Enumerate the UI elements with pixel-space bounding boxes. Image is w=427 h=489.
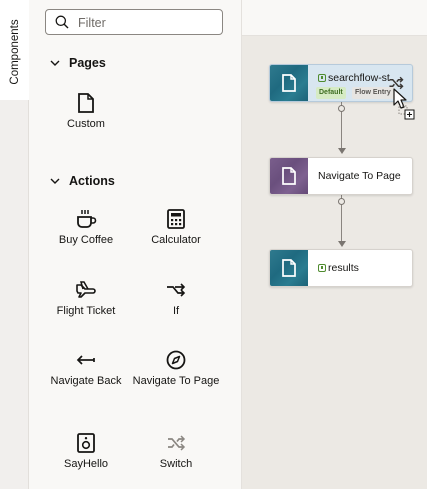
palette-item-label: Navigate To Page [132, 375, 220, 387]
search-icon [55, 15, 69, 29]
node-title: Navigate To Page [318, 170, 401, 182]
flow-node-navigate-to-page[interactable]: Navigate To Page [269, 157, 413, 195]
canvas-toolbar [242, 0, 427, 36]
section-pages-title: Pages [69, 56, 106, 70]
node-color-band [270, 65, 308, 101]
palette-item-if[interactable]: If [128, 279, 224, 318]
default-badge: Default [316, 87, 346, 99]
section-actions-title: Actions [69, 174, 115, 188]
page-icon [282, 167, 296, 185]
palette-item-label: Flight Ticket [56, 305, 116, 317]
flow-node-start[interactable]: searchflow-st Default Flow Entry [269, 64, 413, 102]
connector-handle[interactable] [338, 105, 345, 112]
palette-item-label: Switch [159, 458, 193, 470]
palette-item-custom[interactable]: Custom [38, 92, 134, 131]
palette-item-sayhello[interactable]: SayHello [38, 432, 134, 471]
components-palette: Pages Custom Actions Buy Coffee Calculat… [29, 0, 242, 489]
filter-input[interactable] [78, 14, 218, 31]
palette-item-label: Navigate Back [50, 375, 122, 387]
palette-item-label: Calculator [151, 234, 201, 246]
palette-item-switch[interactable]: Switch [128, 432, 224, 471]
drag-cursor-icon [393, 88, 415, 120]
palette-item-buy-coffee[interactable]: Buy Coffee [38, 208, 134, 247]
switch-icon [168, 435, 186, 451]
airplane-icon [76, 281, 96, 298]
back-arrow-icon [76, 355, 95, 365]
section-actions-header[interactable]: Actions [49, 174, 115, 188]
node-color-band [270, 158, 308, 194]
flag-icon [318, 74, 326, 82]
node-color-band [270, 250, 308, 286]
node-title: searchflow-st [318, 72, 390, 84]
page-icon [78, 93, 94, 113]
side-tab-strip: Components [0, 0, 29, 489]
connector-arrow [338, 241, 346, 247]
section-pages-header[interactable]: Pages [49, 56, 106, 70]
palette-item-label: Buy Coffee [58, 234, 114, 246]
connector-arrow [338, 148, 346, 154]
filter-field[interactable] [45, 9, 223, 35]
compass-icon [166, 350, 186, 370]
palette-item-label: If [172, 305, 180, 317]
node-title: results [318, 262, 359, 274]
speaker-icon [77, 433, 95, 453]
calculator-icon [167, 209, 185, 229]
palette-item-navigate-back[interactable]: Navigate Back [38, 349, 134, 388]
palette-item-label: SayHello [63, 458, 109, 470]
page-icon [282, 74, 296, 92]
branch-icon [167, 283, 186, 297]
flow-node-results[interactable]: results [269, 249, 413, 287]
palette-item-flight-ticket[interactable]: Flight Ticket [38, 279, 134, 318]
palette-item-calculator[interactable]: Calculator [128, 208, 224, 247]
flag-icon [318, 264, 326, 272]
tab-components-label: Components [9, 19, 21, 85]
connector-handle[interactable] [338, 198, 345, 205]
tab-components[interactable]: Components [0, 0, 29, 100]
chevron-down-icon [50, 60, 60, 66]
coffee-icon [77, 210, 97, 228]
palette-item-navigate-to-page[interactable]: Navigate To Page [128, 349, 224, 388]
palette-item-label: Custom [67, 118, 105, 130]
chevron-down-icon [50, 178, 60, 184]
page-icon [282, 259, 296, 277]
